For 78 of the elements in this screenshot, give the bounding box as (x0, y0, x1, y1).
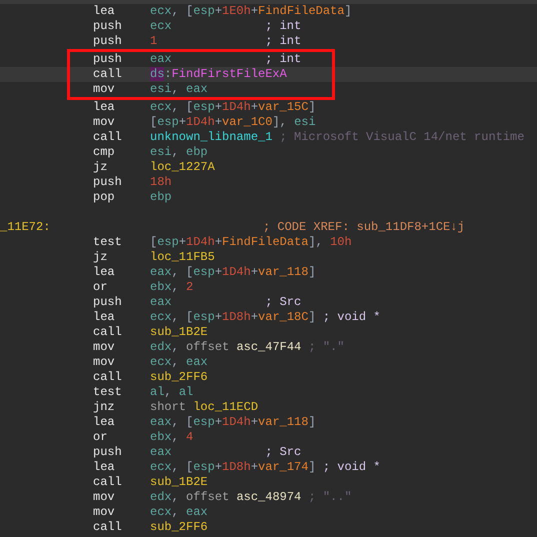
instruction-mnemonic: lea (93, 415, 116, 430)
code-comment: ; int (265, 19, 302, 34)
instruction-mnemonic: call (93, 370, 123, 385)
instruction-mnemonic: push (93, 19, 123, 34)
instruction-operand: sub_1B2E (150, 475, 209, 490)
instruction-mnemonic: cmp (93, 145, 116, 160)
instruction-mnemonic: test (93, 235, 123, 250)
instruction-mnemonic: lea (93, 460, 116, 475)
instruction-mnemonic: mov (93, 505, 116, 520)
instruction-mnemonic: call (93, 475, 123, 490)
instruction-mnemonic: push (93, 34, 123, 49)
code-comment: ; CODE XREF: sub_11DF8+1CE↓j (263, 220, 465, 235)
code-comment: ; Microsoft VisualC 14/net runtime (280, 130, 524, 145)
instruction-operand: 1 (150, 34, 158, 49)
instruction-operand: esi, eax (150, 82, 209, 97)
instruction-mnemonic: jz (93, 250, 108, 265)
instruction-mnemonic: mov (93, 340, 116, 355)
instruction-operand: eax (150, 52, 173, 67)
instruction-operand: eax, [esp+1D4h+var_118] (150, 415, 316, 430)
instruction-mnemonic: push (93, 295, 123, 310)
code-comment: ; void * (322, 310, 380, 325)
instruction-mnemonic: jz (93, 160, 108, 175)
instruction-operand: 18h (150, 175, 173, 190)
instruction-mnemonic: call (93, 67, 123, 82)
instruction-mnemonic: mov (93, 490, 116, 505)
instruction-operand: eax, [esp+1D4h+var_118] (150, 265, 316, 280)
instruction-mnemonic: mov (93, 355, 116, 370)
code-comment: ; void * (322, 460, 380, 475)
instruction-operand: ecx, [esp+1D4h+var_15C] (150, 100, 316, 115)
instruction-mnemonic: mov (93, 115, 116, 130)
instruction-operand: ebx, 2 (150, 280, 194, 295)
instruction-mnemonic: test (93, 385, 123, 400)
instruction-operand: ecx, [esp+1D8h+var_18C] (150, 310, 316, 325)
instruction-operand: ecx, [esp+1E0h+FindFileData] (150, 4, 352, 19)
instruction-mnemonic: or (93, 430, 108, 445)
instruction-operand: edx, offset asc_47F44 (150, 340, 302, 355)
instruction-operand: short loc_11ECD (150, 400, 258, 415)
instruction-operand: loc_1227A (150, 160, 216, 175)
code-comment: ; ".." (308, 490, 352, 505)
code-comment: ; int (265, 52, 302, 67)
instruction-mnemonic: lea (93, 310, 116, 325)
instruction-mnemonic: lea (93, 100, 116, 115)
instruction-operand: ecx, eax (150, 355, 209, 370)
instruction-operand: ecx, eax (150, 505, 209, 520)
instruction-operand: ds:FindFirstFileExA (150, 67, 287, 82)
instruction-operand: loc_11FB5 (150, 250, 216, 265)
instruction-operand: ebp (150, 190, 173, 205)
instruction-operand: edx, offset asc_48974 (150, 490, 302, 505)
instruction-operand: ebx, 4 (150, 430, 194, 445)
instruction-operand: ecx (150, 19, 173, 34)
instruction-operand: al, al (150, 385, 194, 400)
instruction-mnemonic: call (93, 130, 123, 145)
instruction-mnemonic: call (93, 325, 123, 340)
code-comment: ; Src (265, 295, 302, 310)
instruction-operand: eax (150, 445, 173, 460)
instruction-operand: eax (150, 295, 173, 310)
instruction-operand: ecx, [esp+1D8h+var_174] (150, 460, 316, 475)
instruction-mnemonic: lea (93, 265, 116, 280)
code-label: _11E72: (0, 220, 52, 235)
instruction-operand: sub_2FF6 (150, 520, 209, 535)
instruction-operand: [esp+1D4h+var_1C0], esi (150, 115, 316, 130)
instruction-operand: esi, ebp (150, 145, 209, 160)
instruction-mnemonic: jnz (93, 400, 116, 415)
instruction-mnemonic: or (93, 280, 108, 295)
instruction-operand: sub_2FF6 (150, 370, 209, 385)
instruction-mnemonic: pop (93, 190, 116, 205)
code-comment: ; int (265, 34, 302, 49)
code-comment: ; "." (308, 340, 344, 355)
instruction-mnemonic: push (93, 52, 123, 67)
instruction-operand: sub_1B2E (150, 325, 209, 340)
instruction-mnemonic: call (93, 520, 123, 535)
instruction-operand: [esp+1D4h+FindFileData], 10h (150, 235, 352, 250)
instruction-operand: unknown_libname_1 (150, 130, 272, 145)
instruction-mnemonic: lea (93, 4, 116, 19)
code-comment: ; Src (265, 445, 302, 460)
instruction-mnemonic: mov (93, 82, 116, 97)
instruction-mnemonic: push (93, 445, 123, 460)
instruction-mnemonic: push (93, 175, 123, 190)
